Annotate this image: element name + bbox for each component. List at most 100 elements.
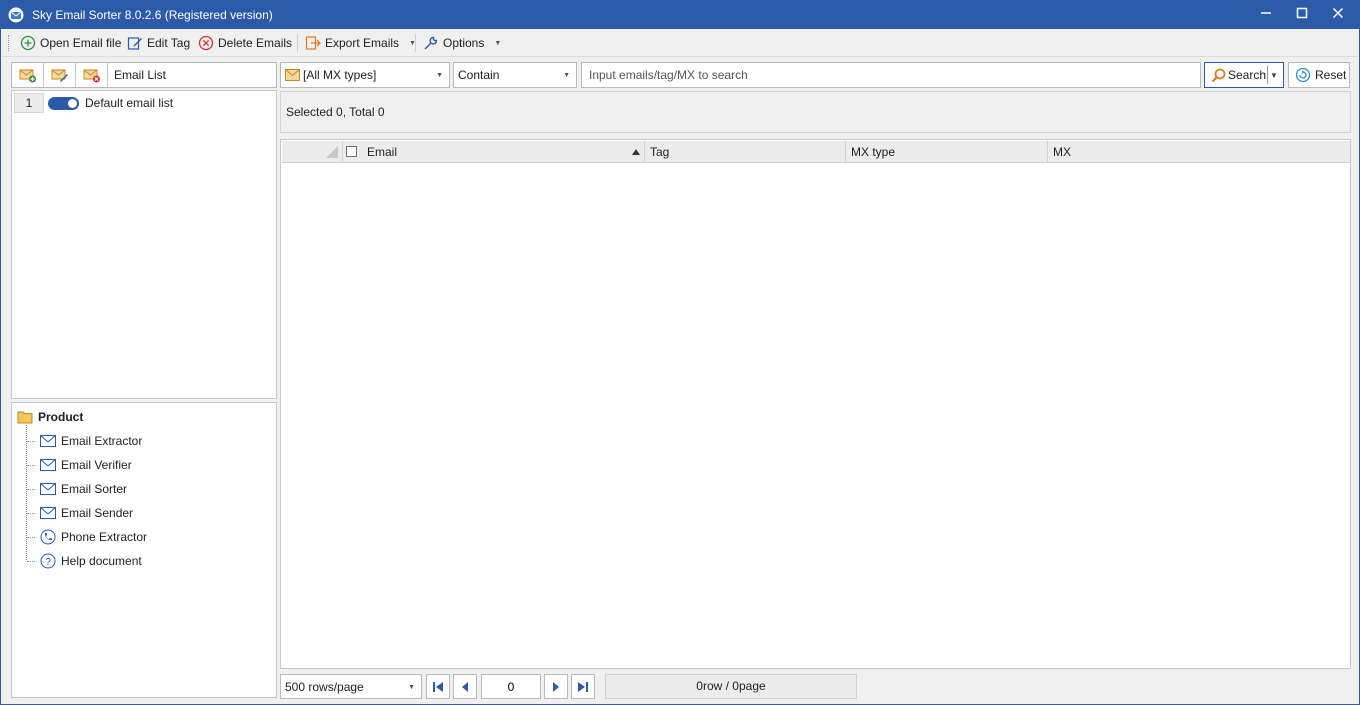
search-button[interactable]: Search ▼ <box>1204 62 1284 88</box>
export-emails-label: Export Emails <box>325 36 400 50</box>
sort-ascending-icon <box>632 149 640 155</box>
edit-icon <box>127 37 142 50</box>
app-window: Sky Email Sorter 8.0.2.6 (Registered ver… <box>0 0 1360 705</box>
search-input[interactable] <box>581 62 1201 88</box>
chevron-down-icon: ▼ <box>436 72 443 79</box>
column-header-email[interactable]: Email <box>362 141 645 163</box>
tree-item-phone-extractor[interactable]: Phone Extractor <box>27 528 147 546</box>
chevron-down-icon: ▼ <box>408 684 415 691</box>
close-icon <box>1332 7 1344 19</box>
column-header-mx-type[interactable]: MX type <box>846 141 1048 163</box>
delete-emails-button[interactable]: Delete Emails <box>198 33 292 53</box>
selection-status-text: Selected 0, Total 0 <box>286 105 385 119</box>
tree-item-label: Email Sender <box>61 506 134 520</box>
first-page-icon <box>433 681 443 692</box>
previous-page-icon <box>462 681 468 692</box>
toolbar-separator <box>415 34 416 52</box>
column-header-mx[interactable]: MX <box>1048 141 1350 163</box>
current-page-input[interactable] <box>481 674 541 699</box>
refresh-icon <box>1295 67 1311 83</box>
minimize-button[interactable] <box>1248 1 1284 25</box>
title-bar: Sky Email Sorter 8.0.2.6 (Registered ver… <box>1 1 1359 29</box>
next-page-icon <box>553 681 559 692</box>
match-mode-value: Contain <box>458 68 500 82</box>
folder-icon <box>17 411 33 424</box>
toolbar-separator <box>297 34 298 52</box>
next-page-button[interactable] <box>544 674 568 699</box>
list-enabled-toggle[interactable] <box>48 97 79 110</box>
maximize-icon <box>1296 7 1308 19</box>
grid-header: Email Tag MX type MX <box>282 141 1350 163</box>
tree-item-label: Email Extractor <box>61 434 143 448</box>
select-all-checkbox[interactable] <box>346 146 357 157</box>
wrench-icon <box>424 36 438 50</box>
delete-emails-label: Delete Emails <box>218 36 293 50</box>
edit-tag-button[interactable]: Edit Tag <box>127 33 190 53</box>
reset-button[interactable]: Reset <box>1288 62 1350 88</box>
help-icon: ? <box>40 553 56 569</box>
column-header-label: Email <box>367 145 398 159</box>
add-list-icon <box>19 69 36 83</box>
last-page-icon <box>578 681 588 692</box>
chevron-down-icon: ▼ <box>563 72 570 79</box>
svg-text:?: ? <box>45 557 51 568</box>
emails-grid[interactable]: Email Tag MX type MX <box>280 139 1351 669</box>
list-item[interactable]: 1 Default email list <box>14 93 274 113</box>
list-item-label: Default email list <box>85 96 174 110</box>
chevron-down-icon: ▼ <box>494 39 502 47</box>
edit-list-icon <box>51 69 68 82</box>
envelope-icon <box>40 459 56 471</box>
mx-type-value: [All MX types] <box>303 68 377 82</box>
tree-item-email-verifier[interactable]: Email Verifier <box>27 456 132 474</box>
mx-type-select[interactable]: [All MX types] ▼ <box>280 62 450 88</box>
email-list-panel: 1 Default email list <box>11 90 277 399</box>
rows-per-page-value: 500 rows/page <box>285 680 364 694</box>
tree-root-product[interactable]: Product <box>17 408 83 426</box>
add-circle-icon <box>20 35 36 51</box>
phone-icon <box>40 529 56 545</box>
maximize-button[interactable] <box>1284 1 1320 25</box>
tree-item-email-sorter[interactable]: Email Sorter <box>27 480 127 498</box>
delete-icon <box>198 35 214 51</box>
toolbar-grip[interactable] <box>8 35 11 51</box>
minimize-icon <box>1261 12 1271 14</box>
column-header-tag[interactable]: Tag <box>645 141 846 163</box>
delete-list-icon <box>83 69 100 83</box>
close-button[interactable] <box>1320 1 1356 25</box>
delete-list-button[interactable] <box>76 63 108 87</box>
tree-root-label: Product <box>38 410 84 424</box>
mail-filter-icon <box>285 69 300 81</box>
add-list-button[interactable] <box>12 63 44 87</box>
open-email-file-button[interactable]: Open Email file <box>20 33 121 53</box>
first-page-button[interactable] <box>426 674 450 699</box>
options-label: Options <box>443 36 485 50</box>
tree-item-email-sender[interactable]: Email Sender <box>27 504 133 522</box>
tree-item-label: Phone Extractor <box>61 530 148 544</box>
reset-button-label: Reset <box>1315 68 1347 82</box>
open-email-file-label: Open Email file <box>40 36 122 50</box>
main-toolbar: Open Email file Edit Tag Delete Emails E… <box>2 29 1358 57</box>
tree-item-email-extractor[interactable]: Email Extractor <box>27 432 142 450</box>
app-logo-icon <box>8 7 24 23</box>
search-icon <box>1211 68 1226 83</box>
tree-item-help-document[interactable]: ? Help document <box>27 552 142 570</box>
search-options-dropdown[interactable]: ▼ <box>1270 71 1278 80</box>
export-emails-button[interactable]: Export Emails ▼ <box>305 33 416 53</box>
email-list-header: Email List <box>11 62 277 88</box>
column-header-label: MX type <box>851 145 896 159</box>
last-page-button[interactable] <box>571 674 595 699</box>
column-header-label: Tag <box>650 145 670 159</box>
product-tree: Product Email Extractor Email Verifier E… <box>11 402 277 698</box>
envelope-icon <box>40 507 56 519</box>
selection-status-panel: Selected 0, Total 0 <box>280 91 1351 133</box>
rows-per-page-select[interactable]: 500 rows/page ▼ <box>280 674 422 699</box>
options-button[interactable]: Options ▼ <box>423 33 501 53</box>
tree-item-label: Email Verifier <box>61 458 132 472</box>
envelope-icon <box>40 435 56 447</box>
grid-corner[interactable] <box>282 141 343 163</box>
column-header-label: MX <box>1053 145 1071 159</box>
edit-list-button[interactable] <box>44 63 76 87</box>
match-mode-select[interactable]: Contain ▼ <box>453 62 577 88</box>
export-icon <box>305 36 321 50</box>
previous-page-button[interactable] <box>453 674 477 699</box>
